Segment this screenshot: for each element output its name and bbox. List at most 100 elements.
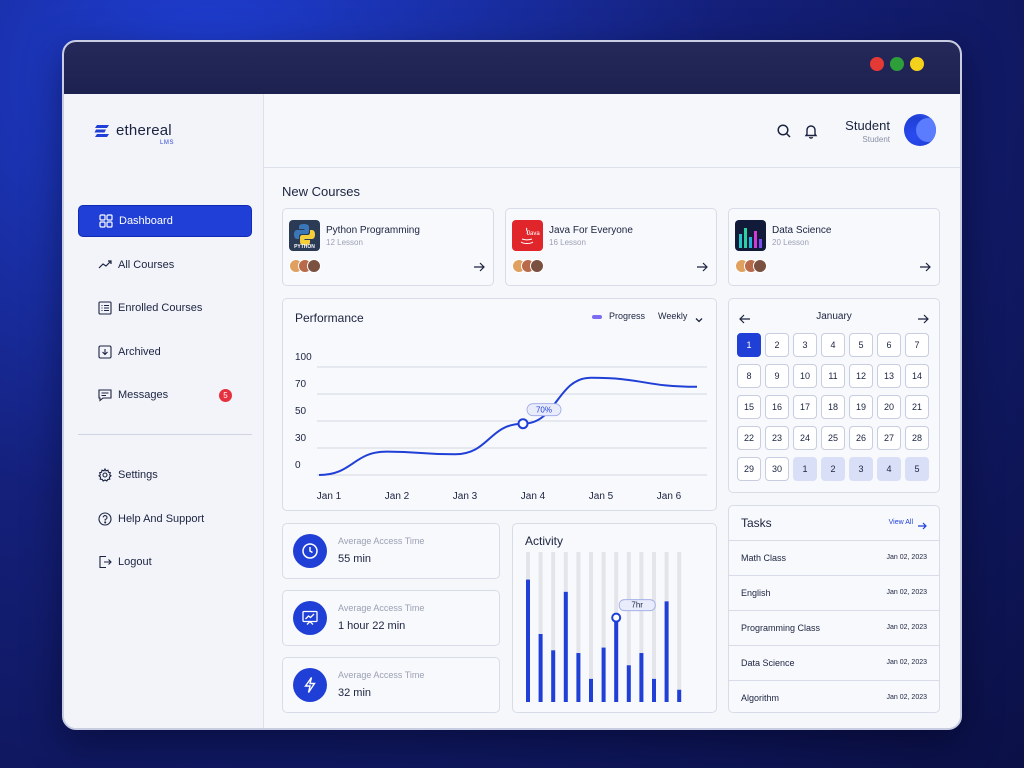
sidebar-item-label: Dashboard: [119, 215, 173, 227]
sidebar-item-messages[interactable]: Messages 5: [78, 379, 252, 411]
activity-marker: [611, 612, 622, 623]
arrow-right-icon[interactable]: [473, 260, 485, 272]
brand-logo[interactable]: ethereal LMS: [94, 122, 174, 146]
sidebar-item-enrolled-courses[interactable]: Enrolled Courses: [78, 292, 252, 324]
java-icon-label: Java: [527, 231, 540, 237]
calendar-day[interactable]: 1: [793, 457, 817, 481]
activity-card: Activity 7hr: [512, 523, 717, 713]
sidebar-item-logout[interactable]: Logout: [78, 546, 252, 578]
calendar-grid: 1 2 3 4 5 6 7 8 9 10 11 12 13 14 15 16 17 18 19 20 21 22 23 24 2…: [737, 333, 931, 481]
sidebar-item-settings[interactable]: Settings: [78, 459, 252, 491]
calendar-day[interactable]: 11: [821, 364, 845, 388]
task-row[interactable]: Math Class Jan 02, 2023: [729, 540, 939, 575]
y-tick-label: 100: [295, 352, 312, 363]
sidebar-item-help[interactable]: Help And Support: [78, 503, 252, 535]
sidebar-item-label: Messages: [118, 389, 169, 401]
calendar-day[interactable]: 1: [737, 333, 761, 357]
calendar-day[interactable]: 22: [737, 426, 761, 450]
task-row[interactable]: Data Science Jan 02, 2023: [729, 645, 939, 680]
search-icon[interactable]: [776, 123, 792, 139]
calendar-day[interactable]: 7: [905, 333, 929, 357]
calendar-day[interactable]: 10: [793, 364, 817, 388]
close-window-button[interactable]: [870, 57, 884, 71]
maximize-window-button[interactable]: [890, 57, 904, 71]
calendar-day[interactable]: 5: [905, 457, 929, 481]
user-avatar[interactable]: [904, 114, 936, 146]
calendar-day[interactable]: 2: [821, 457, 845, 481]
calendar-day[interactable]: 14: [905, 364, 929, 388]
sidebar-item-archived[interactable]: Archived: [78, 336, 252, 368]
calendar-day[interactable]: 3: [849, 457, 873, 481]
calendar-day[interactable]: 30: [765, 457, 789, 481]
task-row[interactable]: Algorithm Jan 02, 2023: [729, 680, 939, 712]
task-row[interactable]: Programming Class Jan 02, 2023: [729, 610, 939, 645]
calendar-day[interactable]: 18: [821, 395, 845, 419]
calendar-day[interactable]: 25: [821, 426, 845, 450]
course-card-data-science[interactable]: Data Science 20 Lesson: [728, 208, 940, 286]
calendar-day[interactable]: 15: [737, 395, 761, 419]
calendar-day[interactable]: 19: [849, 395, 873, 419]
enrolled-avatars: [735, 259, 767, 273]
bell-icon[interactable]: [803, 123, 819, 139]
sidebar-item-label: Enrolled Courses: [118, 302, 203, 314]
calendar-day[interactable]: 16: [765, 395, 789, 419]
calendar-day[interactable]: 6: [877, 333, 901, 357]
sidebar-item-all-courses[interactable]: All Courses: [78, 249, 252, 281]
calendar-day[interactable]: 28: [905, 426, 929, 450]
calendar-day[interactable]: 20: [877, 395, 901, 419]
activity-bar: [664, 601, 669, 702]
arrow-right-icon[interactable]: [917, 312, 929, 324]
y-tick-label: 0: [295, 460, 301, 471]
highlight-label: 70%: [536, 406, 552, 415]
trending-up-icon: [98, 258, 112, 272]
sidebar-item-dashboard[interactable]: Dashboard: [78, 205, 252, 237]
performance-card: Performance Progress Weekly 100 70 50 30 0 Ja…: [282, 298, 717, 511]
calendar-day[interactable]: 3: [793, 333, 817, 357]
activity-bar: [614, 617, 619, 702]
calendar-day[interactable]: 26: [849, 426, 873, 450]
calendar-day[interactable]: 27: [877, 426, 901, 450]
clock-icon: [293, 534, 327, 568]
help-icon: [98, 512, 112, 526]
stat-card-2: Average Access Time 1 hour 22 min: [282, 590, 500, 646]
calendar-day[interactable]: 8: [737, 364, 761, 388]
calendar-day[interactable]: 12: [849, 364, 873, 388]
arrow-right-icon[interactable]: [696, 260, 708, 272]
activity-bar: [589, 678, 593, 702]
arrow-right-icon[interactable]: [919, 260, 931, 272]
activity-bar: [626, 665, 631, 702]
course-title: Data Science: [772, 225, 832, 236]
task-row[interactable]: English Jan 02, 2023: [729, 575, 939, 610]
stat-value: 55 min: [338, 553, 372, 565]
minimize-window-button[interactable]: [910, 57, 924, 71]
calendar-day[interactable]: 29: [737, 457, 761, 481]
activity-bar: [601, 647, 606, 702]
calendar-day[interactable]: 21: [905, 395, 929, 419]
activity-bar: [576, 653, 581, 702]
calendar-day[interactable]: 2: [765, 333, 789, 357]
arrow-right-icon[interactable]: [917, 518, 927, 530]
task-name: Math Class: [741, 553, 787, 563]
list-icon: [98, 301, 112, 315]
course-card-java[interactable]: Java Java For Everyone 16 Lesson: [505, 208, 717, 286]
calendar-day[interactable]: 13: [877, 364, 901, 388]
task-name: English: [741, 588, 771, 598]
calendar-day[interactable]: 5: [849, 333, 873, 357]
python-logo-icon: PYTHON: [289, 220, 320, 251]
sidebar-item-label: Logout: [118, 556, 152, 568]
message-icon: [98, 388, 112, 402]
calendar-day[interactable]: 9: [765, 364, 789, 388]
app-window: ethereal LMS Dashboard All Courses Enrol…: [62, 40, 962, 730]
avatar: [307, 259, 321, 273]
calendar-day[interactable]: 23: [765, 426, 789, 450]
calendar-day[interactable]: 4: [877, 457, 901, 481]
view-all-link[interactable]: View All: [889, 519, 913, 526]
calendar-day[interactable]: 4: [821, 333, 845, 357]
course-title: Java For Everyone: [549, 225, 633, 236]
course-card-python[interactable]: PYTHON Python Programming 12 Lesson: [282, 208, 494, 286]
activity-bar: [639, 653, 644, 702]
calendar-day[interactable]: 17: [793, 395, 817, 419]
course-lessons: 12 Lesson: [326, 238, 363, 247]
task-date: Jan 02, 2023: [886, 554, 927, 561]
calendar-day[interactable]: 24: [793, 426, 817, 450]
